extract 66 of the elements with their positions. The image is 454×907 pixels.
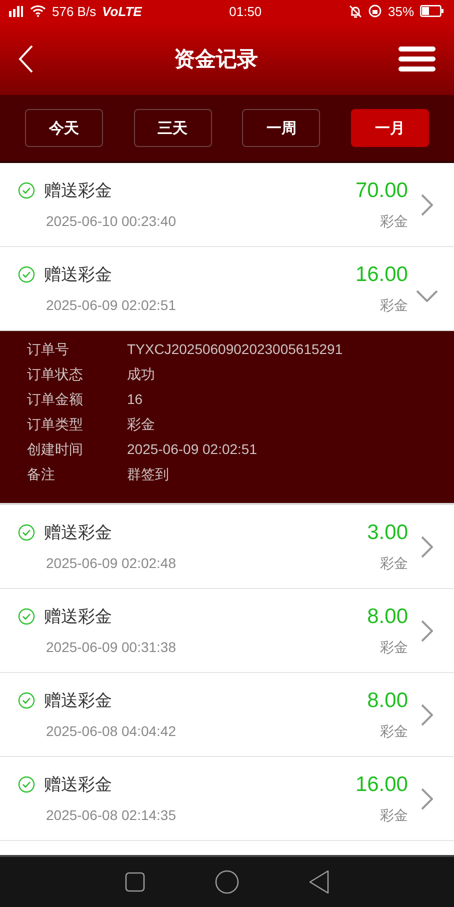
record-type: 彩金 (379, 554, 408, 572)
detail-label: 订单状态 (27, 365, 84, 384)
recents-icon[interactable] (125, 872, 145, 892)
record-title: 赠送彩金 (44, 180, 112, 202)
back-icon[interactable] (309, 870, 329, 894)
chevron-right-icon[interactable] (421, 620, 433, 642)
record-amount: 3.00 (367, 520, 408, 544)
record-date: 2025-06-09 02:02:51 (45, 296, 177, 314)
detail-label: 备注 (27, 465, 56, 484)
chevron-right-icon[interactable] (421, 194, 433, 216)
record-type: 彩金 (379, 722, 408, 740)
record-title: 赠送彩金 (44, 606, 112, 628)
check-circle-icon (18, 692, 35, 709)
detail-value: 彩金 (127, 415, 156, 434)
check-circle-icon (18, 266, 35, 283)
record-title: 赠送彩金 (44, 264, 112, 286)
detail-label: 订单类型 (27, 415, 84, 434)
page-title: 资金记录 (174, 46, 258, 72)
record-date: 2025-06-09 02:02:48 (45, 554, 177, 572)
record-date: 2025-06-10 00:23:40 (45, 212, 177, 230)
record-date: 2025-06-08 04:04:42 (45, 722, 177, 740)
record-title: 赠送彩金 (44, 522, 112, 544)
check-circle-icon (18, 776, 35, 793)
filter-tab[interactable]: 三天 (134, 109, 212, 147)
chevron-down-icon[interactable] (416, 290, 438, 302)
wifi-icon (30, 5, 46, 17)
menu-icon[interactable] (398, 46, 436, 72)
detail-label: 订单金额 (27, 390, 84, 409)
record-amount: 8.00 (367, 604, 408, 628)
signal-icon (8, 5, 24, 17)
chevron-right-icon[interactable] (421, 788, 433, 810)
record-title: 赠送彩金 (44, 774, 112, 796)
record-date: 2025-06-08 02:14:35 (45, 806, 177, 824)
record-date: 2025-06-09 00:31:38 (45, 638, 177, 656)
network-speed: 576 B/s (52, 4, 96, 18)
filter-tab[interactable]: 今天 (25, 109, 103, 147)
chevron-right-icon[interactable] (421, 704, 433, 726)
detail-label: 创建时间 (27, 440, 84, 459)
record-type: 彩金 (379, 638, 408, 656)
check-circle-icon (18, 524, 35, 541)
battery-icon (420, 5, 444, 17)
detail-value: 群签到 (127, 465, 170, 484)
detail-label: 订单号 (27, 340, 70, 359)
filter-tab[interactable]: 一月 (350, 109, 429, 147)
detail-value: 2025-06-09 02:02:51 (127, 440, 258, 459)
record-title: 赠送彩金 (44, 690, 112, 712)
detail-value: 16 (127, 390, 144, 409)
record-type: 彩金 (379, 806, 408, 824)
record-amount: 70.00 (355, 178, 408, 202)
check-circle-icon (18, 608, 35, 625)
record-amount: 8.00 (367, 688, 408, 712)
record-amount: 16.00 (355, 772, 408, 796)
chevron-right-icon[interactable] (421, 536, 433, 558)
clock-time: 01:50 (229, 4, 262, 18)
battery-percent: 35% (388, 4, 414, 18)
rotation-lock-icon (368, 4, 382, 18)
record-amount: 16.00 (355, 262, 408, 286)
bell-off-icon (348, 4, 362, 18)
home-icon[interactable] (215, 870, 239, 894)
detail-value: 成功 (127, 365, 156, 384)
detail-value: TYXCJ2025060902023005615291 (127, 340, 344, 359)
network-type: VoLTE (102, 4, 142, 18)
record-type: 彩金 (379, 212, 408, 230)
record-type: 彩金 (379, 296, 408, 314)
check-circle-icon (18, 182, 35, 199)
filter-tab[interactable]: 一周 (242, 109, 320, 147)
